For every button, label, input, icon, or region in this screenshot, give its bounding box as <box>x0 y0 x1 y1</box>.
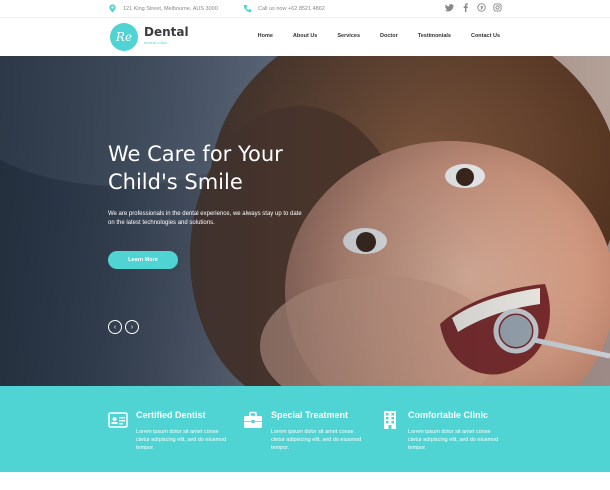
address-item: 121 King Street, Melbourne, AUS 3000 <box>108 4 218 13</box>
nav-testimonials[interactable]: Testimonials <box>418 33 451 39</box>
facebook-icon[interactable] <box>461 3 470 12</box>
hero-title: We Care for Your Child's Smile <box>108 140 338 196</box>
briefcase-icon <box>244 411 262 428</box>
feature-title: Comfortable Clinic <box>408 410 489 420</box>
page-bottom-strip <box>0 472 610 490</box>
top-bar: 121 King Street, Melbourne, AUS 3000 Cal… <box>0 0 610 18</box>
hero-title-line1: We Care for Your <box>108 142 283 166</box>
logo-mark-text: Re <box>115 30 133 44</box>
slider-next-button[interactable]: › <box>125 320 139 334</box>
hero-title-line2: Child's Smile <box>108 170 243 194</box>
feature-title: Special Treatment <box>271 410 349 420</box>
nav-doctor[interactable]: Doctor <box>380 33 398 39</box>
social-links <box>445 3 502 12</box>
nav-services[interactable]: Services <box>337 33 360 39</box>
nav-contact-us[interactable]: Contact Us <box>471 33 500 39</box>
main-nav: Home About Us Services Doctor Testimonia… <box>258 33 500 39</box>
slider-prev-button[interactable]: ‹ <box>108 320 122 334</box>
hero-slider: We Care for Your Child's Smile We are pr… <box>0 56 610 386</box>
pinterest-icon[interactable] <box>477 3 486 12</box>
hero-description: We are professionals in the dental exper… <box>108 211 302 226</box>
phone-text: Call us now +62 8521 4862 <box>258 5 325 12</box>
logo-mark[interactable]: Re <box>110 23 138 51</box>
learn-more-button[interactable]: Learn More <box>108 251 178 269</box>
feature-text: Lorem ipsum dolor sit amet conse ctetur … <box>136 429 227 451</box>
nav-about-us[interactable]: About Us <box>293 33 317 39</box>
chevron-left-icon: ‹ <box>113 323 117 331</box>
logo-subtitle: dental clinic <box>144 40 168 45</box>
logo-title[interactable]: Dental <box>144 25 189 39</box>
building-icon <box>384 411 396 429</box>
location-pin-icon <box>109 4 116 13</box>
id-card-icon <box>108 412 128 428</box>
twitter-icon[interactable] <box>445 3 454 12</box>
feature-text: Lorem ipsum dolor sit amet conse ctetur … <box>408 429 499 451</box>
phone-item: Call us now +62 8521 4862 <box>243 4 325 13</box>
chevron-right-icon: › <box>130 323 134 331</box>
address-text: 121 King Street, Melbourne, AUS 3000 <box>123 5 218 12</box>
nav-home[interactable]: Home <box>258 33 273 39</box>
phone-icon <box>243 4 252 13</box>
site-header: Re Dental dental clinic Home About Us Se… <box>0 18 610 56</box>
features-strip: Certified Dentist Lorem ipsum dolor sit … <box>0 386 610 472</box>
instagram-icon[interactable] <box>493 3 502 12</box>
feature-text: Lorem ipsum dolor sit amet conse ctetur … <box>271 429 362 451</box>
feature-title: Certified Dentist <box>136 410 206 420</box>
